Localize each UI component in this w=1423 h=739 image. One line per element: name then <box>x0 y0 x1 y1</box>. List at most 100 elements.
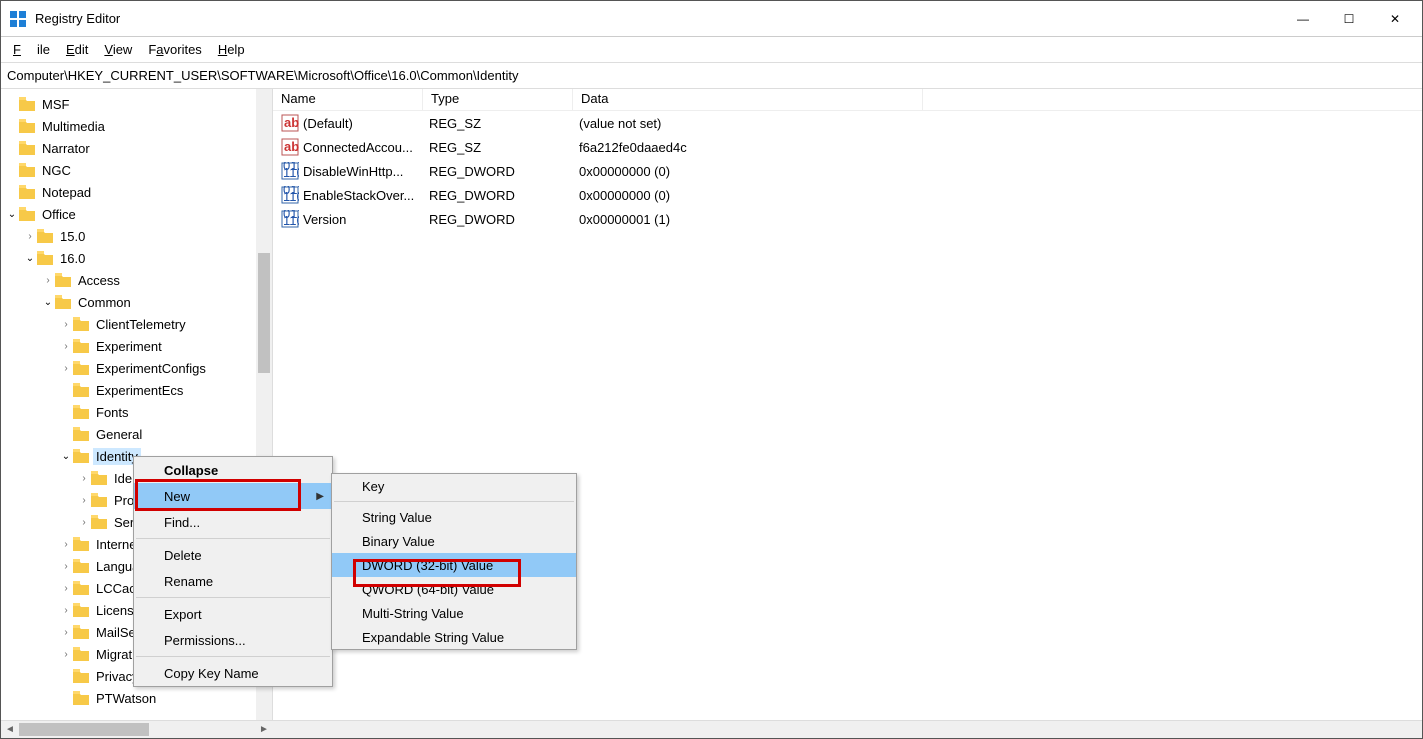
tree-item-label: Narrator <box>39 140 93 157</box>
chevron-right-icon[interactable]: › <box>23 231 37 242</box>
value-type: REG_DWORD <box>421 188 571 203</box>
menu-favorites[interactable]: Favorites <box>140 40 209 59</box>
ctx-new-multistring[interactable]: Multi-String Value <box>332 601 576 625</box>
menu-file[interactable]: File <box>5 40 58 59</box>
chevron-right-icon[interactable]: › <box>77 495 91 506</box>
reg-dword-icon: 011110 <box>281 210 299 228</box>
tree-item[interactable]: ExperimentEcs <box>1 379 256 401</box>
ctx-new[interactable]: New ▶ <box>134 483 332 509</box>
tree-item-label: ClientTelemetry <box>93 316 189 333</box>
tree-horizontal-scrollbar[interactable]: ◄ ► <box>1 721 273 738</box>
chevron-right-icon[interactable]: › <box>59 341 73 352</box>
context-submenu-new: Key String Value Binary Value DWORD (32-… <box>331 473 577 650</box>
close-button[interactable]: ✕ <box>1372 4 1418 34</box>
tree-item[interactable]: Multimedia <box>1 115 256 137</box>
minimize-button[interactable]: — <box>1280 4 1326 34</box>
tree-item[interactable]: General <box>1 423 256 445</box>
column-header-name[interactable]: Name <box>273 89 423 110</box>
svg-text:ab: ab <box>284 115 299 130</box>
ctx-new-key[interactable]: Key <box>332 474 576 498</box>
tree-item[interactable]: › Access <box>1 269 256 291</box>
folder-icon <box>19 141 35 155</box>
scrollbar-thumb[interactable] <box>19 723 149 736</box>
value-row[interactable]: ab(Default)REG_SZ(value not set) <box>273 111 1422 135</box>
ctx-collapse[interactable]: Collapse <box>134 457 332 483</box>
svg-text:110: 110 <box>283 165 299 180</box>
scroll-left-button[interactable]: ◄ <box>1 721 19 738</box>
tree-item-label: ExperimentConfigs <box>93 360 209 377</box>
column-header-data[interactable]: Data <box>573 89 923 110</box>
scrollbar-thumb[interactable] <box>258 253 270 373</box>
menu-help[interactable]: Help <box>210 40 253 59</box>
folder-icon <box>73 383 89 397</box>
tree-item[interactable]: ⌄16.0 <box>1 247 256 269</box>
ctx-new-binary[interactable]: Binary Value <box>332 529 576 553</box>
maximize-button[interactable]: ☐ <box>1326 4 1372 34</box>
tree-item-label: Access <box>75 272 123 289</box>
chevron-down-icon[interactable]: ⌄ <box>59 451 73 462</box>
chevron-right-icon[interactable]: › <box>59 649 73 660</box>
chevron-right-icon[interactable]: › <box>77 517 91 528</box>
tree-item-label: Notepad <box>39 184 94 201</box>
folder-icon <box>55 295 71 309</box>
chevron-down-icon[interactable]: ⌄ <box>41 297 55 308</box>
value-row[interactable]: 011110EnableStackOver...REG_DWORD0x00000… <box>273 183 1422 207</box>
ctx-new-expandstring[interactable]: Expandable String Value <box>332 625 576 649</box>
value-row[interactable]: 011110DisableWinHttp...REG_DWORD0x000000… <box>273 159 1422 183</box>
value-type: REG_DWORD <box>421 212 571 227</box>
value-type: REG_SZ <box>421 140 571 155</box>
chevron-right-icon[interactable]: › <box>59 539 73 550</box>
chevron-right-icon[interactable]: › <box>59 561 73 572</box>
chevron-none <box>5 121 19 132</box>
tree-item[interactable]: Narrator <box>1 137 256 159</box>
menu-view[interactable]: View <box>96 40 140 59</box>
chevron-down-icon[interactable]: ⌄ <box>5 209 19 220</box>
folder-icon <box>91 515 107 529</box>
tree-item[interactable]: MSF <box>1 93 256 115</box>
tree-item[interactable]: ⌄Office <box>1 203 256 225</box>
chevron-right-icon[interactable]: › <box>59 363 73 374</box>
chevron-right-icon[interactable]: › <box>59 605 73 616</box>
ctx-copy-key-name[interactable]: Copy Key Name <box>134 660 332 686</box>
tree-item[interactable]: Notepad <box>1 181 256 203</box>
address-bar[interactable]: Computer\HKEY_CURRENT_USER\SOFTWARE\Micr… <box>1 63 1422 89</box>
value-data: (value not set) <box>571 116 661 131</box>
tree-item[interactable]: › ExperimentConfigs <box>1 357 256 379</box>
chevron-right-icon[interactable]: › <box>59 627 73 638</box>
scroll-right-button[interactable]: ► <box>255 721 273 738</box>
tree-item[interactable]: NGC <box>1 159 256 181</box>
chevron-right-icon[interactable]: › <box>59 583 73 594</box>
ctx-permissions[interactable]: Permissions... <box>134 627 332 653</box>
tree-item[interactable]: ›15.0 <box>1 225 256 247</box>
chevron-right-icon[interactable]: › <box>77 473 91 484</box>
tree-item[interactable]: PTWatson <box>1 687 256 709</box>
tree-item[interactable]: Fonts <box>1 401 256 423</box>
column-header-type[interactable]: Type <box>423 89 573 110</box>
chevron-none <box>5 143 19 154</box>
folder-icon <box>19 163 35 177</box>
ctx-export[interactable]: Export <box>134 601 332 627</box>
value-row[interactable]: 011110VersionREG_DWORD0x00000001 (1) <box>273 207 1422 231</box>
ctx-new-qword[interactable]: QWORD (64-bit) Value <box>332 577 576 601</box>
menu-edit[interactable]: Edit <box>58 40 96 59</box>
window-title: Registry Editor <box>35 11 120 26</box>
ctx-new-dword[interactable]: DWORD (32-bit) Value <box>332 553 576 577</box>
tree-item-label: Fonts <box>93 404 132 421</box>
chevron-right-icon[interactable]: › <box>41 275 55 286</box>
ctx-find[interactable]: Find... <box>134 509 332 535</box>
tree-item[interactable]: ⌄Common <box>1 291 256 313</box>
value-type: REG_SZ <box>421 116 571 131</box>
ctx-new-string[interactable]: String Value <box>332 505 576 529</box>
chevron-right-icon[interactable]: › <box>59 319 73 330</box>
ctx-delete[interactable]: Delete <box>134 542 332 568</box>
value-row[interactable]: abConnectedAccou...REG_SZf6a212fe0daaed4… <box>273 135 1422 159</box>
context-menu: Collapse New ▶ Find... Delete Rename Exp… <box>133 456 333 687</box>
tree-item[interactable]: ›Experiment <box>1 335 256 357</box>
folder-icon <box>73 625 89 639</box>
folder-icon <box>91 471 107 485</box>
folder-icon <box>73 317 89 331</box>
ctx-rename[interactable]: Rename <box>134 568 332 594</box>
chevron-down-icon[interactable]: ⌄ <box>23 253 37 264</box>
tree-item[interactable]: › ClientTelemetry <box>1 313 256 335</box>
folder-icon <box>73 647 89 661</box>
